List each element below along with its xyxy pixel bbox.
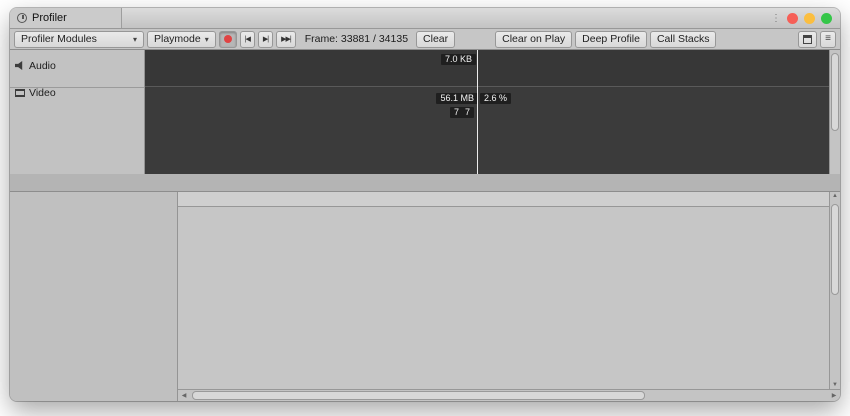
frame-counter: Frame: 33881 / 34135 [305, 33, 408, 45]
table-vertical-scrollbar[interactable]: ▲ ▼ [829, 192, 840, 389]
modules-scrollbar[interactable] [829, 50, 840, 174]
chevron-down-icon: ▾ [133, 35, 137, 44]
module-legend-panel: Audio Video [10, 50, 145, 174]
window-title: Profiler [32, 12, 67, 24]
profiler-tab[interactable]: Profiler [10, 8, 122, 28]
cpu-value-label: 2.6 % [480, 93, 511, 104]
menu-icon: ≡ [825, 34, 831, 44]
profiler-modules-dropdown[interactable]: Profiler Modules ▾ [14, 31, 144, 48]
scroll-left-icon[interactable]: ◀ [178, 392, 190, 399]
detail-tabbar [10, 174, 840, 192]
gc-chart-band[interactable]: 7.0 KB [145, 50, 829, 87]
horizontal-scroll-thumb[interactable] [192, 391, 645, 400]
voices-value-label: 7 [461, 107, 474, 118]
record-icon [224, 35, 232, 43]
next-frame-icon: ▶| [263, 35, 268, 43]
modules-scrollbar-thumb[interactable] [831, 53, 839, 131]
record-button[interactable] [219, 31, 237, 48]
deep-profile-button[interactable]: Deep Profile [575, 31, 647, 48]
save-profile-button[interactable]: ≡ [820, 31, 836, 48]
playing-sources-line [145, 109, 829, 110]
table-body [178, 207, 829, 389]
clear-on-play-button[interactable]: Clear on Play [495, 31, 572, 48]
audio-cpu-line [145, 158, 829, 159]
next-frame-button[interactable]: ▶| [258, 31, 273, 48]
module-divider [10, 87, 144, 88]
load-profile-button[interactable] [798, 31, 817, 48]
current-frame-icon: ▶▶| [281, 35, 291, 43]
kebab-icon[interactable]: ⋮ [771, 13, 781, 24]
minimize-button[interactable] [804, 13, 815, 24]
table-header [178, 192, 829, 207]
table-horizontal-scrollbar[interactable]: ◀ ▶ [178, 389, 840, 401]
zoom-button[interactable] [821, 13, 832, 24]
playmode-dropdown[interactable]: Playmode ▾ [147, 31, 216, 48]
total-gc-line [145, 82, 829, 84]
profiler-toolbar: Profiler Modules ▾ Playmode ▾ |◀ ▶| ▶▶| … [10, 29, 840, 50]
load-icon [803, 35, 812, 44]
audio-chart-band[interactable]: 56.1 MB 2.6 % 7 7 [145, 88, 829, 174]
previous-frame-icon: |◀ [245, 35, 250, 43]
frame-playhead[interactable] [477, 50, 478, 174]
charts-region: Audio Video 7.0 KB 56.1 MB 2.6 % 7 [10, 50, 840, 174]
current-frame-button[interactable]: ▶▶| [276, 31, 296, 48]
call-stacks-button[interactable]: Call Stacks [650, 31, 717, 48]
detail-pane: ▲ ▼ ◀ ▶ [10, 192, 840, 401]
profiler-icon [17, 13, 27, 23]
film-icon [15, 89, 25, 97]
audio-module-header[interactable]: Audio [10, 59, 144, 72]
scroll-right-icon[interactable]: ▶ [828, 392, 840, 399]
profiler-chart[interactable]: 7.0 KB 56.1 MB 2.6 % 7 7 [145, 50, 829, 174]
memory-value-label: 56.1 MB [436, 93, 478, 104]
channels-table: ▲ ▼ ◀ ▶ [178, 192, 840, 401]
audio-voices-line [145, 113, 829, 114]
gc-value-label: 7.0 KB [441, 54, 476, 65]
close-button[interactable] [787, 13, 798, 24]
scroll-up-icon[interactable]: ▲ [832, 193, 838, 199]
audio-stats-panel [10, 192, 178, 401]
vertical-scroll-thumb[interactable] [831, 204, 839, 295]
clear-button[interactable]: Clear [416, 31, 455, 48]
previous-frame-button[interactable]: |◀ [240, 31, 255, 48]
titlebar[interactable]: Profiler ⋮ [10, 8, 840, 29]
scroll-down-icon[interactable]: ▼ [832, 382, 838, 388]
chevron-down-icon: ▾ [205, 35, 209, 44]
speaker-icon [15, 61, 25, 70]
profiler-window: Profiler ⋮ Profiler Modules ▾ Playmode ▾… [10, 8, 840, 401]
gc-allocated-line [145, 78, 829, 79]
